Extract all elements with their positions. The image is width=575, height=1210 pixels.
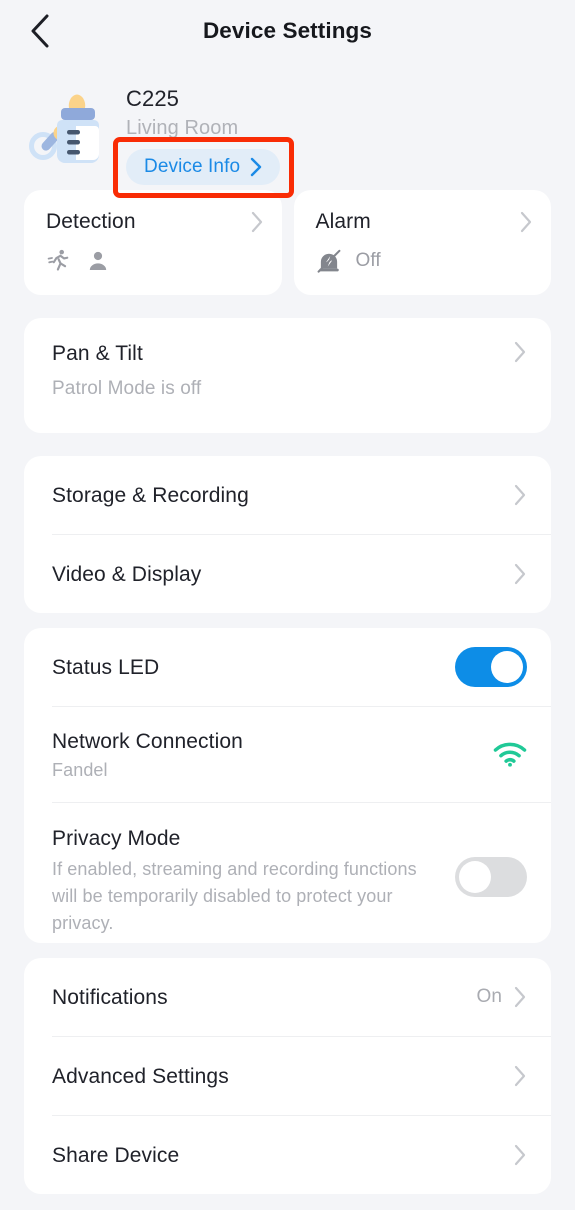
share-device-right (512, 1143, 527, 1167)
advanced-settings-row[interactable]: Advanced Settings (24, 1037, 551, 1115)
toggle-knob (459, 861, 491, 893)
pan-tilt-text: Pan & Tilt Patrol Mode is off (52, 340, 201, 401)
network-connection-row[interactable]: Network Connection Fandel (24, 707, 551, 802)
notifications-title: Notifications (52, 985, 168, 1009)
detection-title: Detection (46, 210, 136, 233)
chevron-right-icon (514, 1065, 526, 1087)
chevron-right-icon (251, 211, 262, 233)
back-button[interactable] (18, 9, 62, 53)
media-settings-card: Storage & Recording Video & Display (24, 456, 551, 613)
chevron-right-icon (520, 211, 532, 233)
status-led-toggle[interactable] (455, 647, 527, 687)
pan-tilt-row[interactable]: Pan & Tilt Patrol Mode is off (24, 318, 551, 433)
chevron-right-icon (514, 1144, 526, 1166)
alarm-title: Alarm (315, 210, 371, 233)
alarm-status-value: Off (355, 250, 381, 271)
wifi-icon (493, 742, 527, 767)
device-info-highlight-wrapper: Device Info (113, 137, 295, 198)
status-led-text: Status LED (52, 654, 159, 681)
alarm-card[interactable]: Alarm Off (293, 190, 551, 295)
privacy-mode-row[interactable]: Privacy Mode If enabled, streaming and r… (24, 803, 551, 943)
status-led-right (455, 647, 527, 687)
video-display-title: Video & Display (52, 562, 202, 586)
network-connection-right (493, 742, 527, 768)
storage-recording-title: Storage & Recording (52, 483, 249, 507)
privacy-mode-right (455, 857, 527, 897)
device-hero: C225 Living Room Device Info (0, 62, 575, 198)
privacy-mode-toggle[interactable] (455, 857, 527, 897)
privacy-mode-description: If enabled, streaming and recording func… (52, 859, 417, 933)
page-title: Device Settings (202, 18, 373, 43)
storage-recording-text: Storage & Recording (52, 482, 249, 509)
pan-tilt-right (512, 340, 527, 364)
general-settings-card: Notifications On Advanced Settings Share… (24, 958, 551, 1194)
pan-tilt-card: Pan & Tilt Patrol Mode is off (24, 318, 551, 433)
device-info-label: Device Info (144, 156, 241, 177)
device-control-card: Status LED Network Connection Fandel Pri… (24, 628, 551, 943)
share-device-text: Share Device (52, 1142, 179, 1169)
chevron-right-icon (514, 563, 526, 585)
device-info-button[interactable]: Device Info (126, 149, 281, 185)
chevron-left-icon (31, 14, 49, 48)
video-display-text: Video & Display (52, 561, 201, 588)
privacy-mode-title: Privacy Mode (52, 827, 181, 850)
device-room: Living Room (126, 117, 239, 139)
notifications-text: Notifications (52, 984, 168, 1011)
baby-bottle-icon (24, 82, 120, 178)
person-detection-icon (89, 251, 107, 270)
network-connection-ssid: Fandel (52, 759, 108, 780)
video-display-row[interactable]: Video & Display (24, 535, 551, 613)
share-device-row[interactable]: Share Device (24, 1116, 551, 1194)
advanced-settings-right (512, 1064, 527, 1088)
device-meta: C225 Living Room Device Info (113, 80, 295, 198)
chevron-right-icon (250, 157, 262, 177)
pan-tilt-subtitle: Patrol Mode is off (52, 378, 202, 399)
alarm-card-header: Alarm (316, 210, 534, 234)
motion-detection-icon (47, 249, 69, 271)
detection-status-icons (46, 248, 264, 274)
privacy-mode-text: Privacy Mode If enabled, streaming and r… (52, 825, 422, 937)
storage-recording-right (512, 483, 527, 507)
notifications-right: On (476, 985, 527, 1009)
storage-recording-row[interactable]: Storage & Recording (24, 456, 551, 534)
network-connection-text: Network Connection Fandel (52, 728, 243, 782)
pan-tilt-title: Pan & Tilt (52, 342, 143, 365)
advanced-settings-title: Advanced Settings (52, 1064, 229, 1088)
chevron-right-icon (514, 341, 526, 363)
detection-card[interactable]: Detection (24, 190, 282, 295)
status-led-title: Status LED (52, 655, 160, 679)
alarm-status: Off (316, 248, 534, 274)
share-device-title: Share Device (52, 1143, 180, 1167)
device-name: C225 (126, 86, 179, 111)
toggle-knob (491, 651, 523, 683)
detection-card-header: Detection (46, 210, 264, 234)
chevron-right-icon (514, 484, 526, 506)
status-led-row[interactable]: Status LED (24, 628, 551, 706)
network-connection-title: Network Connection (52, 729, 243, 753)
notifications-value: On (476, 986, 502, 1007)
chevron-right-icon (514, 986, 526, 1008)
notifications-row[interactable]: Notifications On (24, 958, 551, 1036)
siren-off-icon (317, 249, 340, 273)
app-header: Device Settings (0, 0, 575, 62)
device-settings-screen: Device Settings C225 Living Room Device … (0, 0, 575, 1210)
video-display-right (512, 562, 527, 586)
quick-cards-row: Detection Alarm Off (0, 190, 575, 295)
advanced-settings-text: Advanced Settings (52, 1063, 229, 1090)
